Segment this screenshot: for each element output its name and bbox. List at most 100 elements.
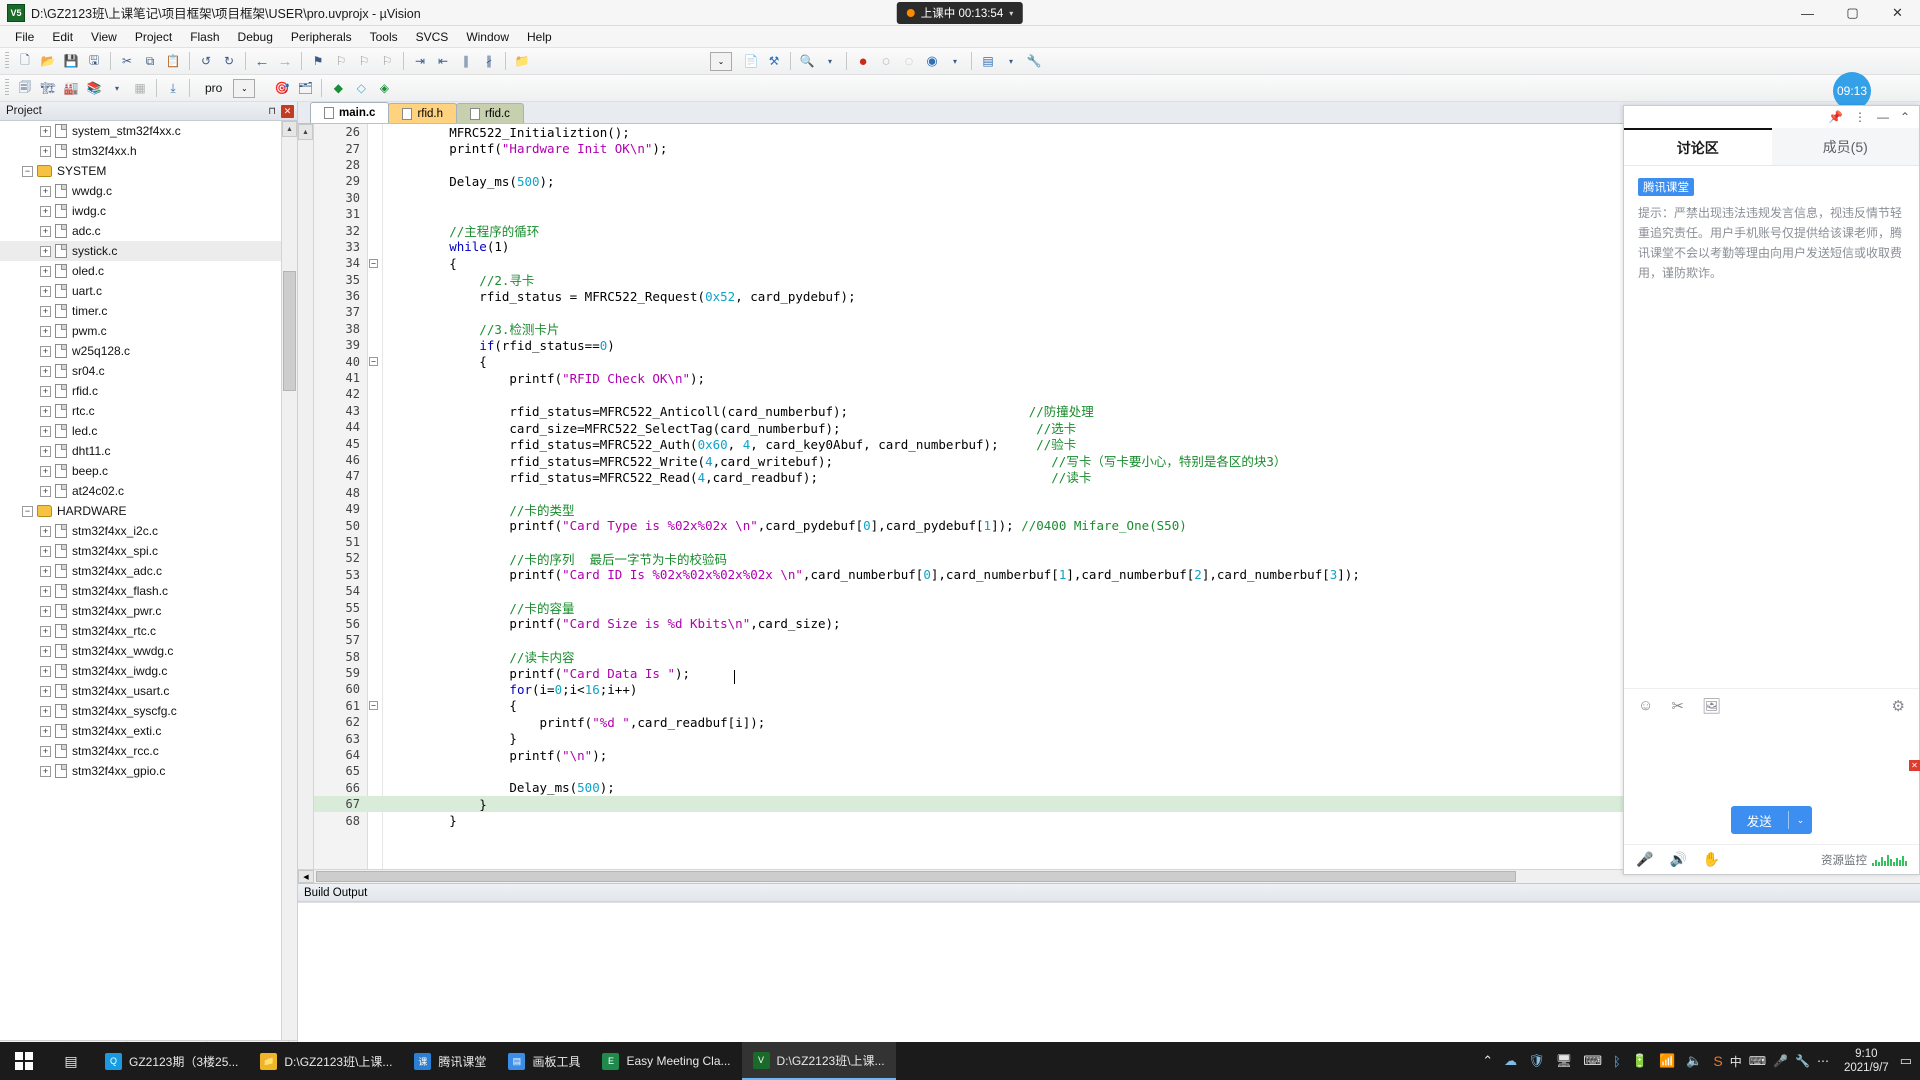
target-options-icon[interactable]: 🎯: [271, 77, 293, 99]
tree-item[interactable]: + uart.c: [0, 281, 297, 301]
expand-icon[interactable]: +: [40, 125, 51, 137]
tree-item[interactable]: + stm32f4xx_usart.c: [0, 681, 297, 701]
tree-item[interactable]: + pwm.c: [0, 321, 297, 341]
expand-icon[interactable]: +: [40, 405, 51, 417]
scroll-left-icon[interactable]: ◀: [298, 870, 314, 883]
bookmark-prev-icon[interactable]: ⚐: [330, 50, 352, 72]
meeting-status-pill[interactable]: 上课中 00:13:54 ▾: [896, 2, 1024, 24]
menu-window[interactable]: Window: [457, 28, 518, 46]
menu-edit[interactable]: Edit: [43, 28, 82, 46]
close-button[interactable]: ✕: [1875, 0, 1920, 26]
tab-discussion[interactable]: 讨论区: [1624, 128, 1772, 165]
minimize-icon[interactable]: —: [1877, 110, 1889, 124]
tree-item[interactable]: + stm32f4xx_flash.c: [0, 581, 297, 601]
tree-item[interactable]: + rtc.c: [0, 401, 297, 421]
taskbar-app[interactable]: 课腾讯课堂: [403, 1042, 497, 1080]
tree-item[interactable]: + beep.c: [0, 461, 297, 481]
manage-windows-icon[interactable]: ▤: [977, 50, 999, 72]
tree-item[interactable]: + sr04.c: [0, 361, 297, 381]
tree-item[interactable]: + stm32f4xx_wwdg.c: [0, 641, 297, 661]
taskbar-clock[interactable]: 9:10 2021/9/7: [1840, 1047, 1889, 1075]
tree-item[interactable]: + stm32f4xx_iwdg.c: [0, 661, 297, 681]
taskbar-app[interactable]: Q GZ2123期（3楼25...: [94, 1042, 249, 1080]
build-icon[interactable]: 🏗: [37, 77, 59, 99]
close-icon[interactable]: ✕: [281, 104, 294, 118]
fold-marker[interactable]: −: [364, 357, 383, 367]
tree-item[interactable]: + stm32f4xx_pwr.c: [0, 601, 297, 621]
manage-runtime-icon[interactable]: 🗂: [294, 77, 316, 99]
rebuild-icon[interactable]: 🏭: [60, 77, 82, 99]
download-icon[interactable]: ⤓: [162, 77, 184, 99]
find-dropdown-icon[interactable]: ▾: [819, 50, 841, 72]
open-folder-icon[interactable]: 📂: [37, 50, 59, 72]
menu-svcs[interactable]: SVCS: [407, 28, 458, 46]
tree-item[interactable]: + system_stm32f4xx.c: [0, 121, 297, 141]
task-view-button[interactable]: ▤: [48, 1042, 94, 1080]
tree-item[interactable]: + stm32f4xx_adc.c: [0, 561, 297, 581]
resource-monitor[interactable]: 资源监控: [1821, 852, 1907, 868]
paste-icon[interactable]: 📋: [162, 50, 184, 72]
expand-icon[interactable]: +: [40, 565, 51, 577]
expand-icon[interactable]: +: [40, 465, 51, 477]
disable-breakpoint-icon[interactable]: ◌: [898, 50, 920, 72]
undo-icon[interactable]: ↺: [195, 50, 217, 72]
send-button[interactable]: 发送 ⌄: [1730, 806, 1813, 834]
mic-icon[interactable]: 🎤: [1773, 1054, 1788, 1068]
pin-icon[interactable]: 📌: [1828, 110, 1843, 124]
chevron-up-icon[interactable]: ⌃: [1482, 1053, 1493, 1069]
toolbar-grip[interactable]: [5, 79, 9, 97]
expand-icon[interactable]: +: [40, 185, 51, 197]
minimize-button[interactable]: —: [1785, 0, 1830, 26]
scroll-up-icon[interactable]: ▲: [282, 121, 297, 137]
collapse-icon[interactable]: −: [22, 165, 33, 177]
expand-icon[interactable]: +: [40, 445, 51, 457]
fold-box[interactable]: −: [369, 357, 378, 367]
menu-help[interactable]: Help: [518, 28, 561, 46]
tree-item[interactable]: + stm32f4xx_spi.c: [0, 541, 297, 561]
expand-icon[interactable]: +: [40, 525, 51, 537]
tree-item[interactable]: − HARDWARE: [0, 501, 297, 521]
fold-marker[interactable]: −: [364, 701, 383, 711]
fold-box[interactable]: −: [369, 701, 378, 711]
taskbar-app[interactable]: 📁 D:\GZ2123班\上课...: [249, 1042, 403, 1080]
tree-item[interactable]: + stm32f4xx_i2c.c: [0, 521, 297, 541]
tree-item[interactable]: + iwdg.c: [0, 201, 297, 221]
expand-icon[interactable]: +: [40, 265, 51, 277]
toolbar-grip[interactable]: [5, 52, 9, 70]
configure-icon[interactable]: 🔧: [1023, 50, 1045, 72]
expand-icon[interactable]: +: [40, 345, 51, 357]
expand-icon[interactable]: +: [40, 725, 51, 737]
enable-breakpoint-icon[interactable]: ◉: [921, 50, 943, 72]
tree-item[interactable]: + stm32f4xx_syscfg.c: [0, 701, 297, 721]
menu-project[interactable]: Project: [126, 28, 181, 46]
forward-icon[interactable]: →: [274, 50, 296, 72]
collapse-icon[interactable]: ⌃: [1900, 110, 1910, 124]
menu-peripherals[interactable]: Peripherals: [282, 28, 361, 46]
collapse-icon[interactable]: −: [22, 505, 33, 517]
open-project-icon[interactable]: 📁: [511, 50, 533, 72]
expand-icon[interactable]: +: [40, 705, 51, 717]
project-target-dropdown[interactable]: ⌄: [233, 78, 256, 98]
tree-item[interactable]: + wwdg.c: [0, 181, 297, 201]
more-icon[interactable]: ⋮: [1854, 110, 1866, 124]
comment-icon[interactable]: ∥: [455, 50, 477, 72]
expand-icon[interactable]: +: [40, 365, 51, 377]
expand-icon[interactable]: +: [40, 645, 51, 657]
toolbar-dropdown[interactable]: ⌄: [710, 51, 732, 71]
hand-raise-icon[interactable]: ✋: [1703, 851, 1720, 868]
expand-icon[interactable]: +: [40, 685, 51, 697]
cut-icon[interactable]: ✂: [116, 50, 138, 72]
microphone-icon[interactable]: 🎤: [1636, 851, 1653, 868]
tree-item[interactable]: + stm32f4xx_rtc.c: [0, 621, 297, 641]
bluetooth-icon[interactable]: ᛒ: [1613, 1054, 1621, 1069]
gear-icon[interactable]: ⚙: [1892, 697, 1905, 715]
tab-members[interactable]: 成员(5): [1771, 128, 1919, 165]
new-file-icon[interactable]: 🗋: [14, 50, 36, 72]
editor-tab[interactable]: rfid.h: [388, 103, 458, 123]
tencent-close-icon[interactable]: ✕: [1909, 760, 1920, 771]
taskbar-app[interactable]: ▤ 画板工具: [497, 1042, 591, 1080]
image-icon[interactable]: 🖼: [1702, 697, 1721, 715]
back-icon[interactable]: ←: [251, 50, 273, 72]
expand-icon[interactable]: +: [40, 385, 51, 397]
expand-icon[interactable]: +: [40, 225, 51, 237]
